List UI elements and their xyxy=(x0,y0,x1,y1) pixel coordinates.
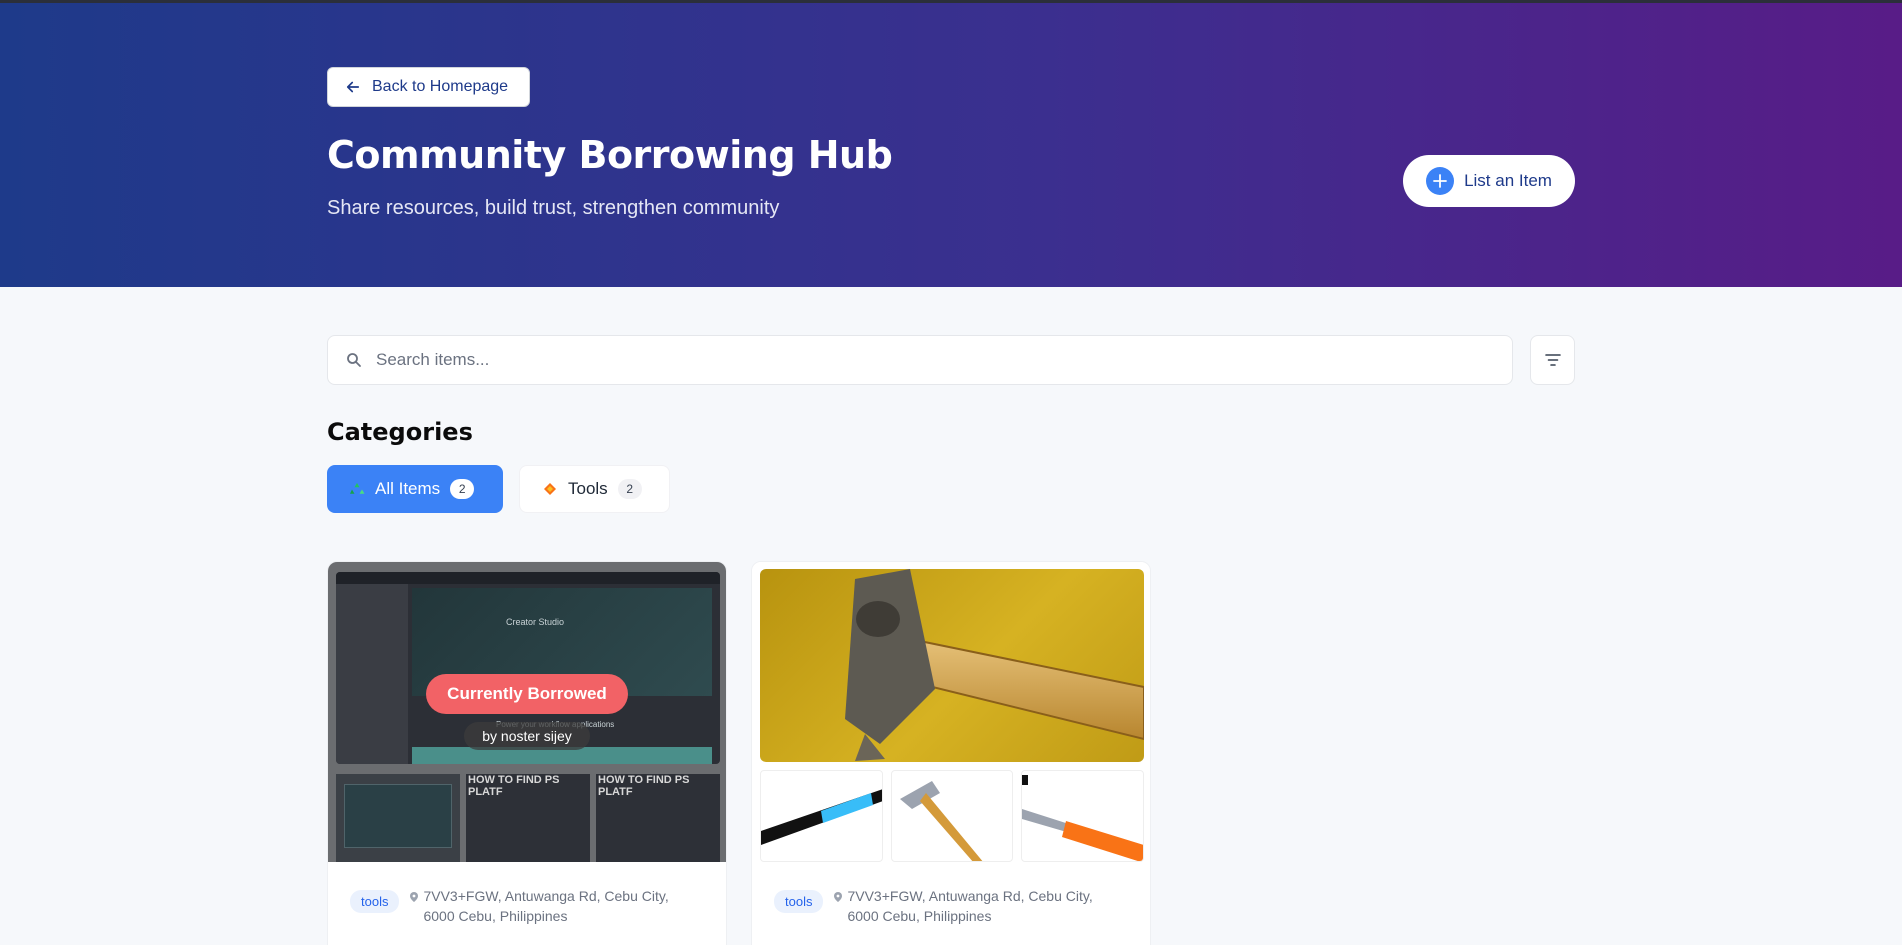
item-location-text: 7VV3+FGW, Antuwanga Rd, Cebu City, 6000 … xyxy=(847,888,1093,924)
category-label: All Items xyxy=(375,479,441,498)
browser-top-line xyxy=(0,0,1902,3)
item-location-text: 7VV3+FGW, Antuwanga Rd, Cebu City, 6000 … xyxy=(423,888,669,924)
back-to-homepage-button[interactable]: Back to Homepage xyxy=(327,67,530,107)
crowbar-icon xyxy=(761,789,882,845)
item-category-tag: tools xyxy=(350,890,400,913)
plus-icon xyxy=(1426,167,1455,195)
map-pin-icon xyxy=(834,892,843,902)
hammer-icon xyxy=(899,781,983,861)
category-count-badge: 2 xyxy=(617,479,642,499)
item-thumbnail[interactable] xyxy=(336,774,460,862)
item-thumbnail[interactable] xyxy=(890,770,1014,862)
map-pin-icon xyxy=(410,892,419,902)
category-count-badge: 2 xyxy=(450,479,475,499)
filter-button[interactable] xyxy=(1530,335,1575,385)
recycle-icon xyxy=(350,483,365,494)
page-title: Community Borrowing Hub xyxy=(327,133,893,177)
item-category-tag: tools xyxy=(774,890,824,913)
item-thumbnail[interactable] xyxy=(760,770,883,862)
item-location: 7VV3+FGW, Antuwanga Rd, Cebu City, 6000 … xyxy=(833,886,1123,926)
hammer-photo-icon xyxy=(845,569,1144,761)
thumbnail-caption: HOW TO FIND PS PLATF xyxy=(598,774,690,798)
item-card-body: tools 7VV3+FGW, Antuwanga Rd, Cebu City,… xyxy=(328,862,726,945)
arrow-left-icon xyxy=(346,81,360,93)
search-icon xyxy=(347,353,361,367)
category-all-items[interactable]: All Items 2 xyxy=(327,465,503,513)
screwdriver-icon xyxy=(1022,775,1144,861)
item-thumbnail[interactable] xyxy=(1021,770,1145,862)
item-thumbnails: HOW TO FIND PS PLATF HOW TO FIND PS PLAT… xyxy=(336,774,720,862)
list-an-item-label: List an Item xyxy=(1464,171,1552,190)
item-image-gallery: Creator Studio Power your workflow appli… xyxy=(328,562,726,862)
category-label: Tools xyxy=(568,479,608,498)
item-thumbnail[interactable]: HOW TO FIND PS PLATF xyxy=(466,774,590,862)
search-input[interactable] xyxy=(376,350,1476,370)
item-image-gallery xyxy=(752,562,1150,862)
back-button-label: Back to Homepage xyxy=(372,78,509,95)
item-card-body: tools 7VV3+FGW, Antuwanga Rd, Cebu City,… xyxy=(752,862,1150,945)
borrowed-status-badge: Currently Borrowed xyxy=(426,674,628,714)
list-an-item-button[interactable]: List an Item xyxy=(1403,155,1575,207)
item-location: 7VV3+FGW, Antuwanga Rd, Cebu City, 6000 … xyxy=(409,886,699,926)
thumbnail-caption: HOW TO FIND PS PLATF xyxy=(468,774,560,798)
page-subtitle: Share resources, build trust, strengthen… xyxy=(327,197,780,219)
screenshot-app-title: Creator Studio xyxy=(506,617,565,627)
item-thumbnails xyxy=(760,770,1145,862)
categories-heading: Categories xyxy=(327,418,473,446)
borrower-label: by noster sijey xyxy=(464,722,590,750)
item-main-image xyxy=(760,569,1144,762)
hero-header xyxy=(0,0,1902,287)
category-tools[interactable]: Tools 2 xyxy=(519,465,670,513)
search-bar xyxy=(327,335,1513,385)
item-card[interactable]: tools 7VV3+FGW, Antuwanga Rd, Cebu City,… xyxy=(751,561,1151,945)
filter-icon xyxy=(1544,354,1561,366)
tools-icon xyxy=(544,483,556,495)
item-thumbnail[interactable]: HOW TO FIND PS PLATF xyxy=(596,774,720,862)
item-card[interactable]: Creator Studio Power your workflow appli… xyxy=(327,561,727,945)
